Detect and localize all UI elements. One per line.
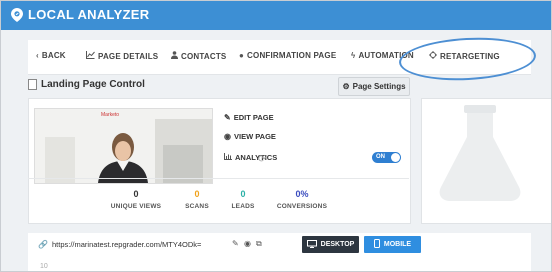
stat-scans-label: SCANS (185, 203, 209, 210)
refresh-icon[interactable]: ⟳ (258, 154, 266, 165)
top-bar: LOCAL ANALYZER (1, 1, 551, 30)
stat-conversions-label: CONVERSIONS (276, 203, 328, 210)
toggle-knob (391, 153, 400, 162)
right-panel (421, 98, 551, 224)
edit-icon: ✎ (224, 113, 231, 122)
bar-chart-icon (224, 153, 232, 162)
panel-title-text: Landing Page Control (41, 79, 145, 90)
circle-icon: ● (239, 51, 245, 60)
line-number: 10 (40, 263, 48, 270)
publish-toggle[interactable]: ON (372, 152, 401, 163)
nav-back-label: BACK (41, 51, 66, 60)
stat-unique-views: 0 UNIQUE VIEWS (106, 189, 166, 210)
app-window: LOCAL ANALYZER ‹ BACK PAGE DETAILS CONTA… (0, 0, 552, 272)
nav-page-details[interactable]: PAGE DETAILS (86, 51, 158, 61)
stat-leads-value: 0 (240, 189, 246, 199)
mobile-button-label: MOBILE (383, 241, 412, 248)
monitor-icon (306, 239, 317, 250)
preview-url-icon[interactable]: ◉ (244, 239, 251, 248)
gear-icon: ⚙ (342, 82, 350, 91)
user-icon (171, 51, 178, 61)
nav-confirmation-page[interactable]: ● CONFIRMATION PAGE (239, 51, 336, 60)
view-page-label: VIEW PAGE (233, 132, 276, 141)
nav-back[interactable]: ‹ BACK (36, 51, 66, 60)
chevron-left-icon: ‹ (36, 51, 39, 60)
stat-unique-views-value: 0 (133, 189, 139, 199)
location-pin-icon (11, 7, 23, 22)
nav-page-details-label: PAGE DETAILS (98, 51, 159, 61)
stat-scans-value: 0 (194, 189, 200, 199)
line-chart-icon (86, 51, 95, 61)
lightning-icon: ϟ (351, 51, 356, 60)
phone-icon (373, 239, 380, 250)
page-preview-thumbnail[interactable]: Marketo (34, 108, 213, 184)
desktop-button[interactable]: DESKTOP (302, 236, 359, 253)
url-bar: 🔗 https://marinatest.repgrader.com/MTY4O… (28, 233, 531, 271)
page-settings-label: Page Settings (352, 82, 406, 91)
analytics-link[interactable]: ANALYTICS (224, 153, 277, 162)
desktop-button-label: DESKTOP (320, 241, 355, 248)
nav-confirmation-page-label: CONFIRMATION PAGE (247, 51, 337, 60)
stat-leads: 0 LEADS (223, 189, 263, 210)
link-icon: 🔗 (38, 240, 48, 249)
stat-leads-label: LEADS (231, 203, 255, 210)
preview-image (35, 109, 212, 183)
app-title: LOCAL ANALYZER (28, 7, 150, 22)
page-settings-button[interactable]: ⚙ Page Settings (338, 77, 410, 96)
document-icon (28, 79, 37, 90)
preview-brand-text: Marketo (101, 112, 120, 118)
copy-url-icon[interactable]: ⧉ (256, 239, 262, 249)
page-url[interactable]: https://marinatest.repgrader.com/MTY4ODk… (52, 240, 201, 249)
panel-title: Landing Page Control (28, 79, 145, 90)
app-logo[interactable]: LOCAL ANALYZER (11, 7, 149, 22)
flask-icon (439, 105, 521, 201)
card-divider (28, 178, 409, 179)
nav-contacts-label: CONTACTS (181, 51, 227, 61)
edit-page-link[interactable]: ✎ EDIT PAGE (224, 113, 274, 122)
stat-conversions: 0% CONVERSIONS (272, 189, 332, 210)
edit-page-label: EDIT PAGE (233, 113, 274, 122)
eye-icon: ◉ (224, 132, 231, 141)
analytics-label: ANALYTICS (235, 153, 278, 162)
stat-conversions-value: 0% (295, 189, 309, 199)
mobile-button[interactable]: MOBILE (364, 236, 421, 253)
stat-scans: 0 SCANS (177, 189, 217, 210)
edit-url-icon[interactable]: ✎ (232, 239, 239, 248)
stat-unique-views-label: UNIQUE VIEWS (110, 203, 162, 210)
nav-contacts[interactable]: CONTACTS (171, 51, 226, 61)
view-page-link[interactable]: ◉ VIEW PAGE (224, 132, 276, 141)
toggle-label: ON (376, 154, 385, 160)
